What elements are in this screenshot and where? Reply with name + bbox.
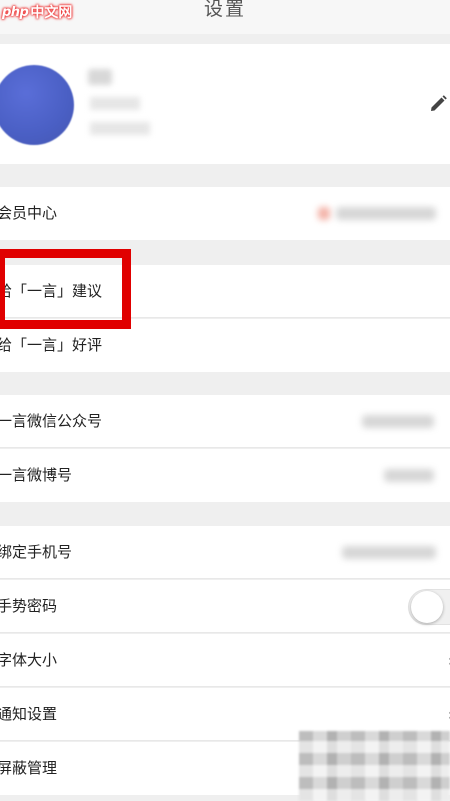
blurred-profile-detail bbox=[90, 122, 150, 135]
blurred-phone-number bbox=[342, 546, 436, 559]
blurred-weibo-id bbox=[384, 469, 434, 482]
wechat-account-label: 一言微信公众号 bbox=[0, 412, 103, 430]
pencil-icon[interactable] bbox=[428, 94, 448, 114]
weibo-account-row[interactable]: 一言微博号 bbox=[0, 449, 450, 502]
gesture-password-row[interactable]: 手势密码 bbox=[0, 580, 450, 633]
notification-settings-label: 通知设置 bbox=[0, 705, 58, 723]
block-management-label: 屏蔽管理 bbox=[0, 759, 58, 777]
blurred-wechat-id bbox=[362, 415, 434, 428]
weibo-account-label: 一言微博号 bbox=[0, 466, 73, 484]
profile-card[interactable] bbox=[0, 44, 450, 164]
top-bar: php 中文网 设置 bbox=[0, 0, 450, 34]
blurred-username bbox=[88, 69, 112, 85]
font-size-label: 字体大小 bbox=[0, 651, 58, 669]
avatar[interactable] bbox=[0, 65, 74, 145]
blurred-membership-status bbox=[336, 207, 436, 220]
blurred-badge bbox=[318, 207, 330, 220]
toggle-knob bbox=[411, 591, 443, 623]
gesture-password-toggle[interactable] bbox=[408, 589, 450, 625]
bind-phone-label: 绑定手机号 bbox=[0, 543, 73, 561]
highlight-box bbox=[0, 249, 131, 329]
page-title: 设置 bbox=[203, 0, 246, 20]
blurred-profile-detail bbox=[90, 97, 140, 110]
font-size-row[interactable]: 字体大小 › bbox=[0, 634, 450, 687]
membership-center-label: 会员中心 bbox=[0, 204, 58, 222]
wechat-account-row[interactable]: 一言微信公众号 bbox=[0, 395, 450, 448]
gesture-password-label: 手势密码 bbox=[0, 597, 58, 615]
membership-center-row[interactable]: 会员中心 bbox=[0, 187, 450, 240]
pixelated-watermark bbox=[299, 731, 450, 801]
bind-phone-row[interactable]: 绑定手机号 bbox=[0, 526, 450, 579]
